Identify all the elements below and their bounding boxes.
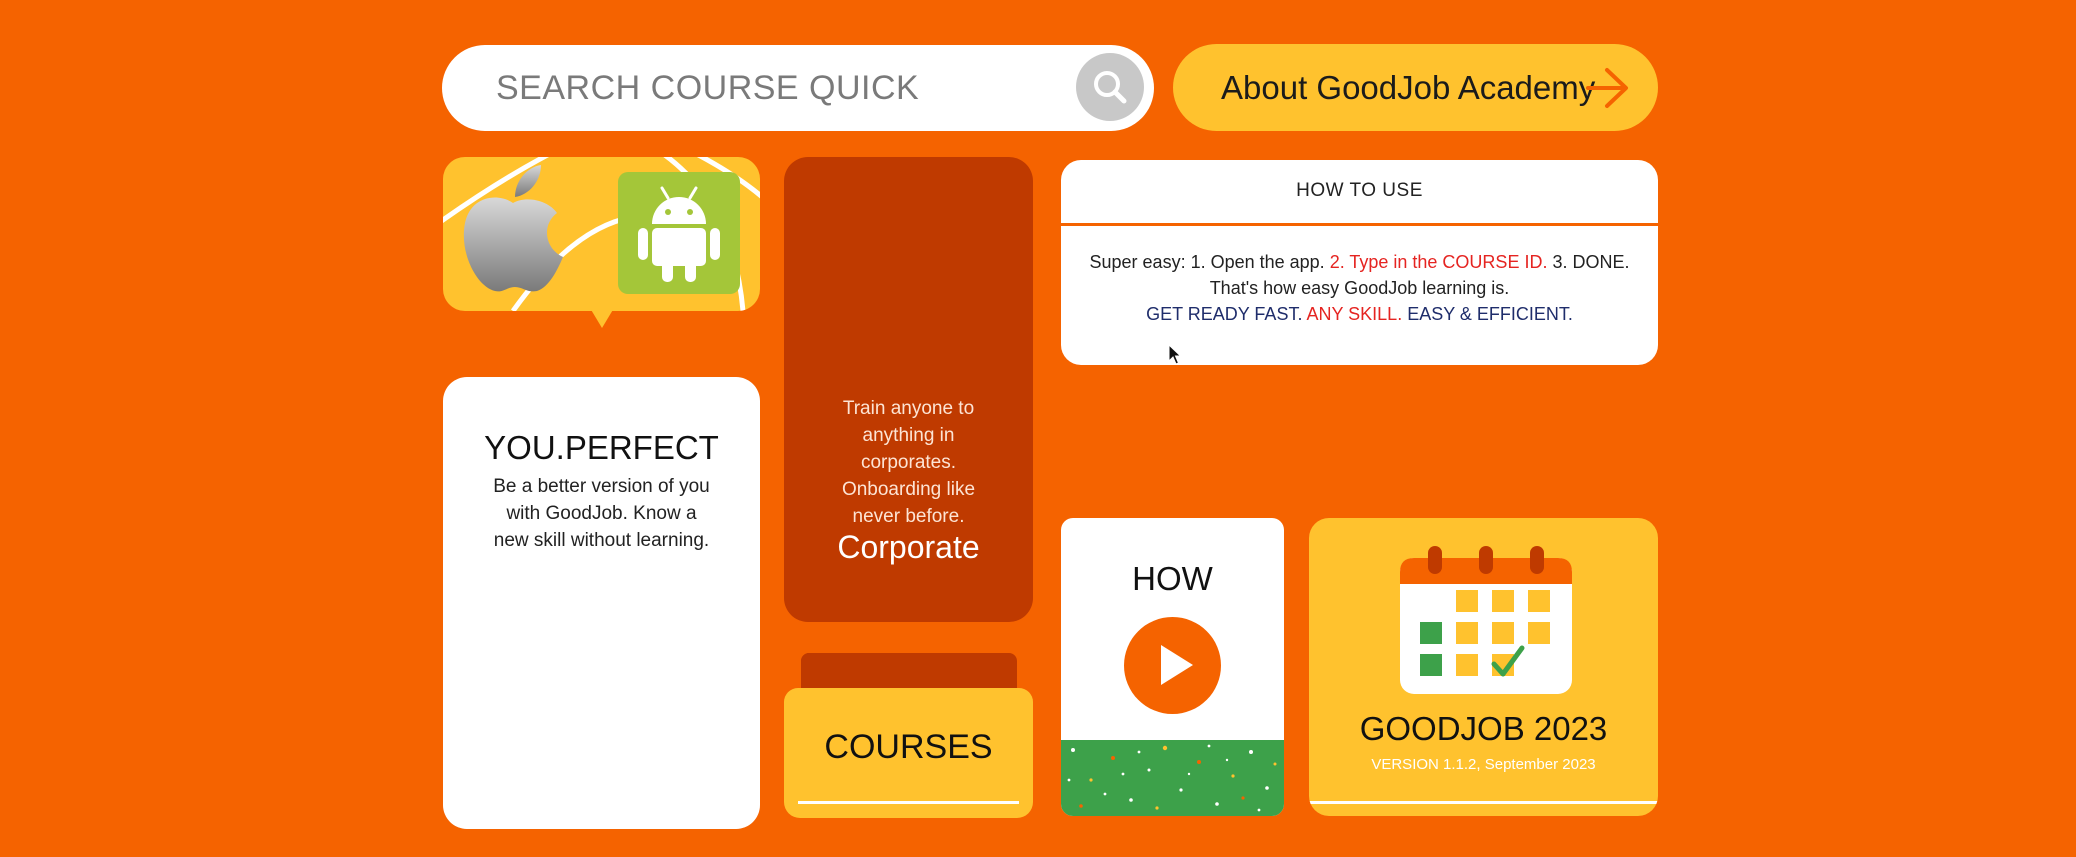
terrazzo-decoration bbox=[1067, 744, 1277, 812]
search-input[interactable]: SEARCH COURSE QUICK bbox=[496, 45, 919, 131]
tagline-part-1: GET READY FAST. bbox=[1146, 304, 1307, 324]
step-text: Super easy: 1. Open the app. bbox=[1089, 252, 1330, 272]
arrow-right-icon bbox=[1586, 68, 1628, 108]
version-text: VERSION 1.1.2, September 2023 bbox=[1371, 756, 1596, 773]
tagline-part-3: EASY & EFFICIENT. bbox=[1402, 304, 1573, 324]
how-to-use-summary: That's how easy GoodJob learning is. bbox=[1209, 278, 1510, 298]
you-perfect-card[interactable]: YOU.PERFECT Be a better version of you w… bbox=[443, 377, 760, 829]
how-to-use-tagline: GET READY FAST. ANY SKILL. EASY & EFFICI… bbox=[1061, 304, 1658, 325]
calendar-icon bbox=[1400, 546, 1572, 694]
terrazzo-pattern bbox=[1061, 740, 1284, 816]
tagline-part-2: ANY SKILL. bbox=[1306, 304, 1403, 324]
step-text-end: 3. DONE. bbox=[1547, 252, 1630, 272]
goodjob-version-card[interactable]: GOODJOB 2023 VERSION 1.1.2, September 20… bbox=[1309, 518, 1658, 816]
how-to-use-steps: Super easy: 1. Open the app. 2. Type in … bbox=[1061, 252, 1658, 273]
corporate-description: Train anyone to anything in corporates. … bbox=[841, 398, 976, 527]
about-label: About GoodJob Academy bbox=[1221, 69, 1596, 106]
search-bar[interactable]: SEARCH COURSE QUICK bbox=[442, 45, 1154, 131]
corporate-title: Corporate bbox=[837, 529, 980, 565]
android-logo-icon bbox=[638, 186, 720, 282]
goodjob-title: GOODJOB 2023 bbox=[1359, 710, 1608, 747]
you-perfect-description: Be a better version of you with GoodJob.… bbox=[493, 476, 710, 551]
courses-label: COURSES bbox=[824, 728, 993, 766]
apple-logo-icon[interactable] bbox=[457, 157, 569, 297]
about-button[interactable]: About GoodJob Academy bbox=[1173, 44, 1658, 131]
how-to-use-title: HOW TO USE bbox=[1296, 180, 1423, 201]
how-video-card[interactable]: HOW bbox=[1061, 518, 1284, 816]
search-button[interactable] bbox=[1076, 53, 1144, 121]
how-title: HOW bbox=[1132, 560, 1213, 597]
play-button[interactable] bbox=[1124, 617, 1221, 714]
app-download-tile[interactable] bbox=[443, 157, 760, 311]
goodjob-divider bbox=[1309, 801, 1658, 804]
you-perfect-title: YOU.PERFECT bbox=[484, 429, 719, 466]
mouse-cursor-icon bbox=[1168, 344, 1182, 365]
android-tile[interactable] bbox=[618, 172, 740, 294]
play-icon bbox=[1161, 645, 1193, 685]
step-highlight: 2. Type in the COURSE ID. bbox=[1329, 252, 1548, 272]
speech-bubble-tail bbox=[590, 308, 614, 328]
how-to-use-divider bbox=[1061, 223, 1658, 226]
corporate-card[interactable]: Train anyone to anything in corporates. … bbox=[784, 157, 1033, 622]
search-icon bbox=[1094, 71, 1127, 104]
how-to-use-card: HOW TO USE Super easy: 1. Open the app. … bbox=[1061, 160, 1658, 365]
folder-divider bbox=[798, 801, 1019, 804]
courses-button[interactable]: COURSES bbox=[784, 688, 1033, 818]
